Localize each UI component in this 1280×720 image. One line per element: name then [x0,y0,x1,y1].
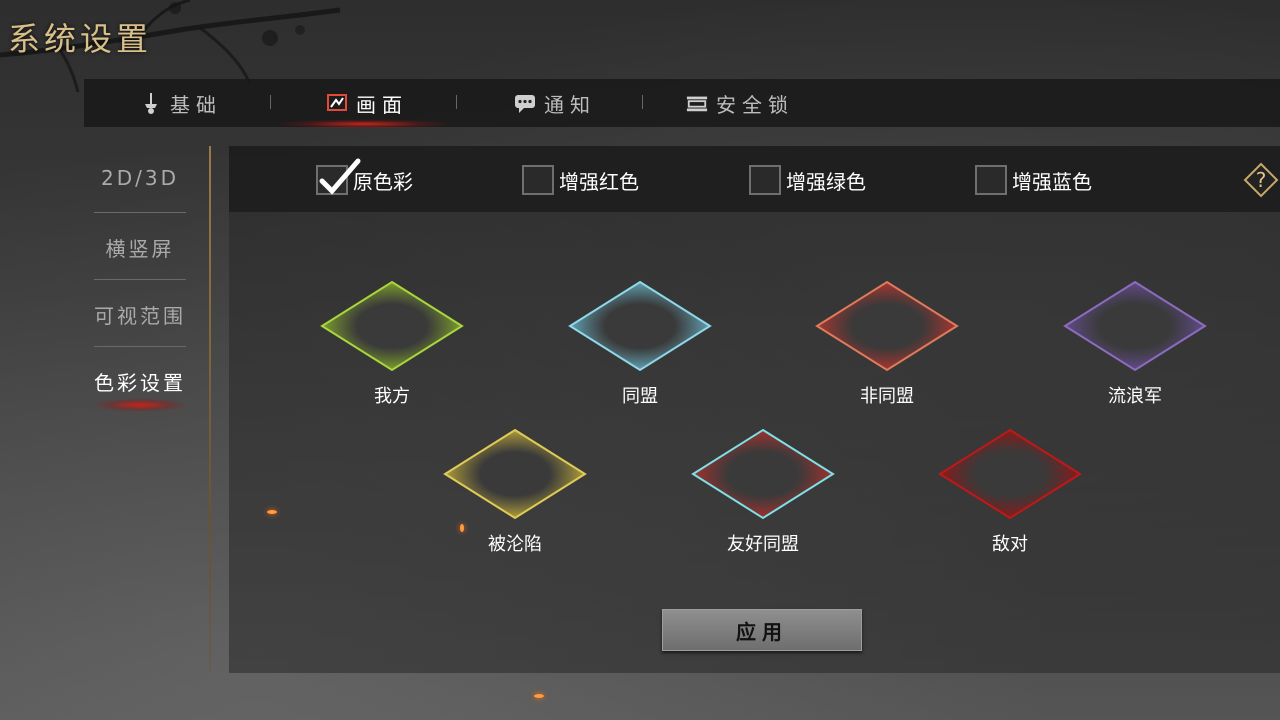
side-item-2d-3d[interactable]: 2D/3D [84,166,196,190]
tab-notify[interactable]: 通知 [514,79,596,127]
tab-separator [642,95,643,109]
faction-diamond-swatch [938,428,1082,520]
apply-button[interactable]: 应用 [662,609,862,651]
faction-item: 流浪军 [1060,280,1210,408]
faction-diamond-swatch [320,280,464,372]
faction-label: 同盟 [622,386,658,407]
side-divider [94,346,186,347]
option-original-color[interactable]: 原色彩 [316,158,413,197]
faction-label: 非同盟 [860,386,914,407]
option-enhance-green[interactable]: 增强绿色 [749,163,866,197]
svg-text:?: ? [1256,168,1267,192]
faction-item: 敌对 [935,428,1085,556]
faction-item: 我方 [317,280,467,408]
faction-label: 敌对 [992,534,1028,555]
tab-label: 通知 [544,92,596,117]
tab-basic[interactable]: 基础 [140,79,222,127]
checkmark-icon [319,158,361,195]
faction-diamond-swatch [568,280,712,372]
sword-icon [145,93,157,114]
checkbox[interactable] [522,165,554,195]
faction-item: 非同盟 [812,280,962,408]
display-icon [327,94,347,111]
tab-label: 基础 [170,92,222,117]
question-mark-icon[interactable]: ? [1243,162,1279,198]
active-side-indicator [92,398,188,412]
faction-label: 我方 [374,386,410,407]
tab-separator [456,95,457,109]
faction-label: 流浪军 [1108,386,1162,407]
side-item-view-range[interactable]: 可视范围 [84,300,196,329]
side-item-color-settings[interactable]: 色彩设置 [84,367,196,396]
faction-item: 友好同盟 [688,428,838,556]
ember-particle [267,510,277,514]
ember-particle [460,524,464,532]
faction-diamond-swatch [815,280,959,372]
side-divider-line [209,146,211,672]
top-tab-bar: 基础 画面 通知 安全锁 [84,79,1280,129]
faction-diamond-swatch [443,428,587,520]
faction-item: 被沦陷 [440,428,590,556]
option-label: 增强红色 [559,169,639,194]
tab-security-lock[interactable]: 安全锁 [686,79,794,127]
side-divider [94,212,186,213]
option-label: 原色彩 [353,169,413,194]
side-item-orientation[interactable]: 横竖屏 [84,233,196,262]
side-nav: 2D/3D 横竖屏 可视范围 色彩设置 [84,146,210,426]
faction-item: 同盟 [565,280,715,408]
checkbox[interactable] [975,165,1007,195]
lock-box-icon [686,96,708,112]
tab-label: 安全锁 [716,92,794,117]
option-label: 增强绿色 [786,169,866,194]
checkbox[interactable] [749,165,781,195]
checkbox-checked[interactable] [316,158,361,195]
active-tab-indicator [274,119,454,129]
chat-bubble-icon [515,95,535,113]
tab-separator [270,95,271,109]
faction-label: 友好同盟 [727,534,799,555]
faction-diamond-swatch [691,428,835,520]
faction-diamond-swatch [1063,280,1207,372]
option-enhance-blue[interactable]: 增强蓝色 [975,163,1092,197]
ember-particle [534,694,544,698]
color-mode-bar: 原色彩 增强红色 增强绿色 增强蓝色 ? [229,146,1280,212]
side-divider [94,279,186,280]
faction-label: 被沦陷 [488,534,542,555]
tab-label: 画面 [356,92,408,117]
option-label: 增强蓝色 [1012,169,1092,194]
page-title: 系统设置 [8,20,153,58]
option-enhance-red[interactable]: 增强红色 [522,163,639,197]
color-settings-panel: 原色彩 增强红色 增强绿色 增强蓝色 ? 我方 同盟 非同盟 流浪军被沦陷 友好同盟 敌对… [229,146,1280,673]
